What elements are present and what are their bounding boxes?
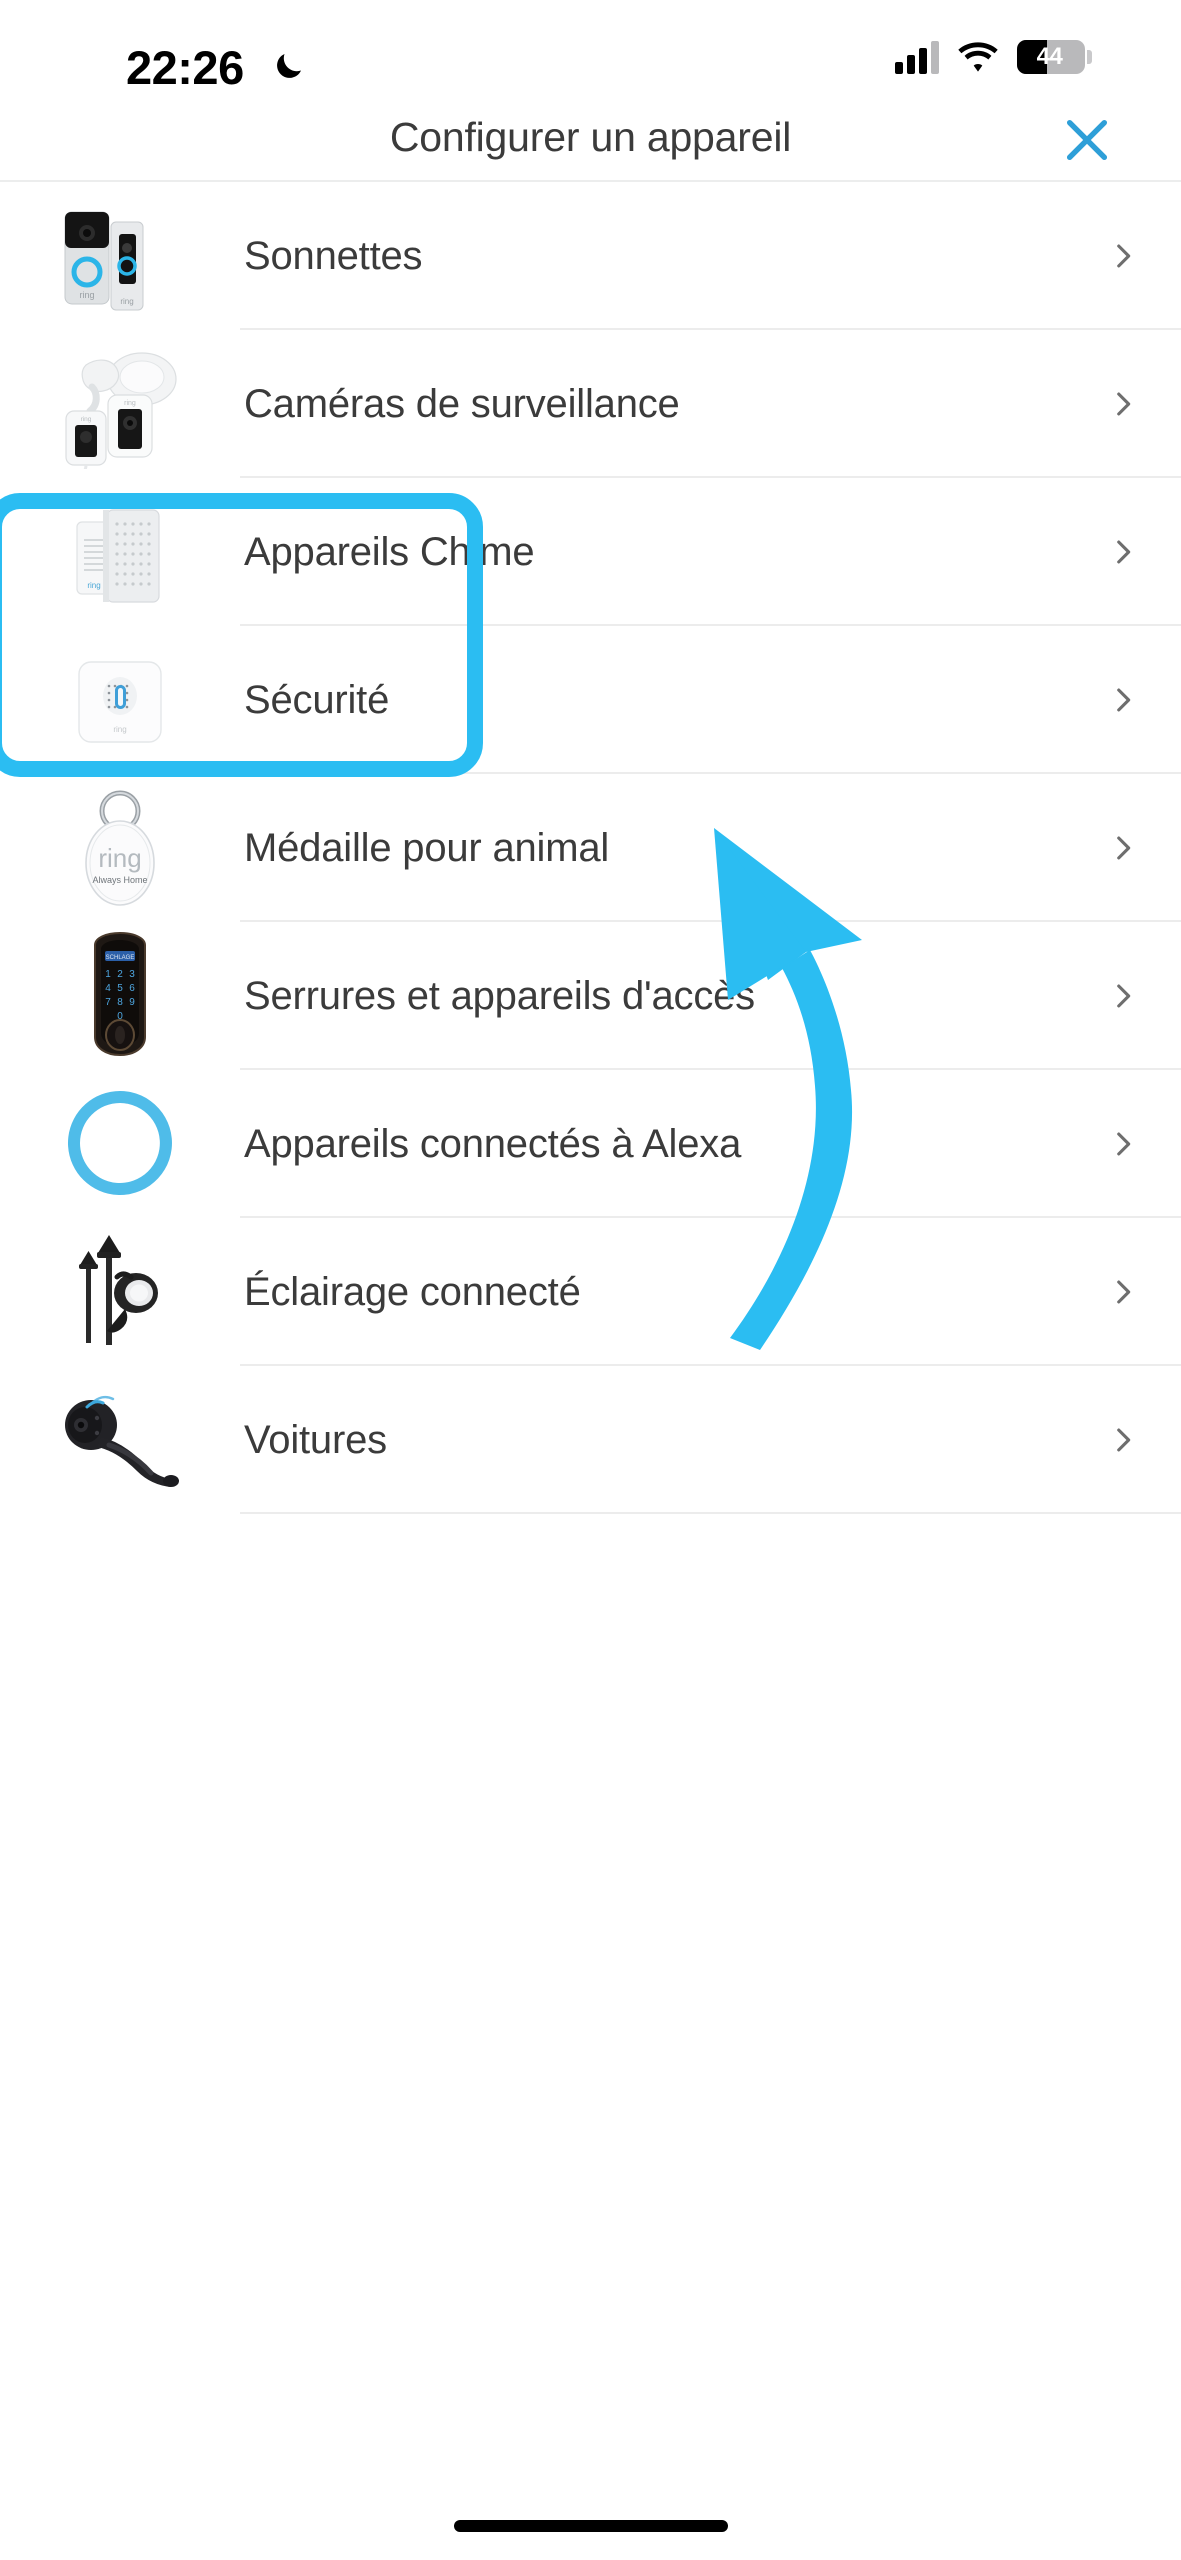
list-item-label: Sécurité <box>244 677 390 722</box>
svg-text:4: 4 <box>105 983 111 994</box>
device-category-list: ring ring Sonnettes ring ring Caméras de… <box>0 182 1181 1514</box>
list-item-security-cameras[interactable]: ring ring Caméras de surveillance <box>0 330 1181 478</box>
smart-lighting-thumb <box>0 1218 240 1366</box>
screen-header: Configurer un appareil <box>0 100 1181 182</box>
chevron-right-icon <box>1081 387 1181 421</box>
svg-text:5: 5 <box>117 983 123 994</box>
alexa-ring-thumb <box>0 1070 240 1218</box>
chevron-right-icon <box>1081 683 1181 717</box>
list-item-smart-lighting[interactable]: Éclairage connecté <box>0 1218 1181 1366</box>
svg-text:ring: ring <box>79 290 94 300</box>
battery-cap <box>1087 50 1092 64</box>
battery-percent-label: 44 <box>1036 43 1063 70</box>
alarm-base-station-thumb: ring <box>0 626 240 774</box>
svg-text:ring: ring <box>98 843 141 873</box>
security-camera-thumb: ring ring <box>0 330 240 478</box>
svg-text:8: 8 <box>117 997 123 1008</box>
status-indicators: 44 <box>895 40 1092 74</box>
status-bar: 22:26 44 <box>0 0 1181 100</box>
svg-text:9: 9 <box>129 997 135 1008</box>
chevron-right-icon <box>1081 1423 1181 1457</box>
close-icon <box>1066 119 1108 161</box>
svg-text:7: 7 <box>105 997 111 1008</box>
battery-icon: 44 <box>1017 40 1092 74</box>
home-indicator[interactable] <box>453 2520 728 2532</box>
list-item-pet-tag[interactable]: ring Always Home Médaille pour animal <box>0 774 1181 922</box>
list-item-label: Sonnettes <box>244 233 423 278</box>
svg-text:ring: ring <box>81 416 92 423</box>
svg-text:ring: ring <box>120 297 133 306</box>
list-item-label: Appareils Chime <box>244 529 535 574</box>
list-item-alexa-devices[interactable]: Appareils connectés à Alexa <box>0 1070 1181 1218</box>
chevron-right-icon <box>1081 535 1181 569</box>
doorbell-thumb: ring ring <box>0 182 240 330</box>
chevron-right-icon <box>1081 239 1181 273</box>
svg-text:3: 3 <box>129 969 135 980</box>
list-item-label: Médaille pour animal <box>244 825 610 870</box>
svg-text:2: 2 <box>117 969 123 980</box>
cellular-signal-icon <box>895 40 939 74</box>
svg-text:Always Home: Always Home <box>92 875 147 885</box>
svg-text:SCHLAGE: SCHLAGE <box>106 955 135 961</box>
list-item-label: Serrures et appareils d'accès <box>244 973 755 1018</box>
svg-text:6: 6 <box>129 983 135 994</box>
svg-text:ring: ring <box>124 400 136 407</box>
row-divider <box>240 1512 1181 1514</box>
svg-text:1: 1 <box>105 969 111 980</box>
list-item-locks-access[interactable]: SCHLAGE 123 456 789 0 Serrures et appare… <box>0 922 1181 1070</box>
smart-lock-thumb: SCHLAGE 123 456 789 0 <box>0 922 240 1070</box>
close-button[interactable] <box>1049 102 1125 178</box>
chevron-right-icon <box>1081 1127 1181 1161</box>
chevron-right-icon <box>1081 979 1181 1013</box>
crescent-moon-icon <box>272 47 308 83</box>
svg-text:ring: ring <box>87 581 100 590</box>
chevron-right-icon <box>1081 831 1181 865</box>
car-cam-thumb <box>0 1366 240 1514</box>
chime-thumb: ring <box>0 478 240 626</box>
pet-tag-thumb: ring Always Home <box>0 774 240 922</box>
list-item-label: Éclairage connecté <box>244 1269 581 1314</box>
list-item-label: Voitures <box>244 1417 387 1462</box>
list-item-cars[interactable]: Voitures <box>0 1366 1181 1514</box>
list-item-label: Appareils connectés à Alexa <box>244 1121 742 1166</box>
list-item-label: Caméras de surveillance <box>244 381 680 426</box>
page-title: Configurer un appareil <box>389 114 792 160</box>
list-item-doorbells[interactable]: ring ring Sonnettes <box>0 182 1181 330</box>
wifi-icon <box>957 41 999 73</box>
svg-text:ring: ring <box>113 725 126 734</box>
list-item-chime-devices[interactable]: ring Appareils Chime <box>0 478 1181 626</box>
chevron-right-icon <box>1081 1275 1181 1309</box>
list-item-security[interactable]: ring Sécurité <box>0 626 1181 774</box>
status-time: 22:26 <box>126 41 244 94</box>
app-screen: 22:26 44 Configurer un appareil ring rin… <box>0 0 1181 2560</box>
